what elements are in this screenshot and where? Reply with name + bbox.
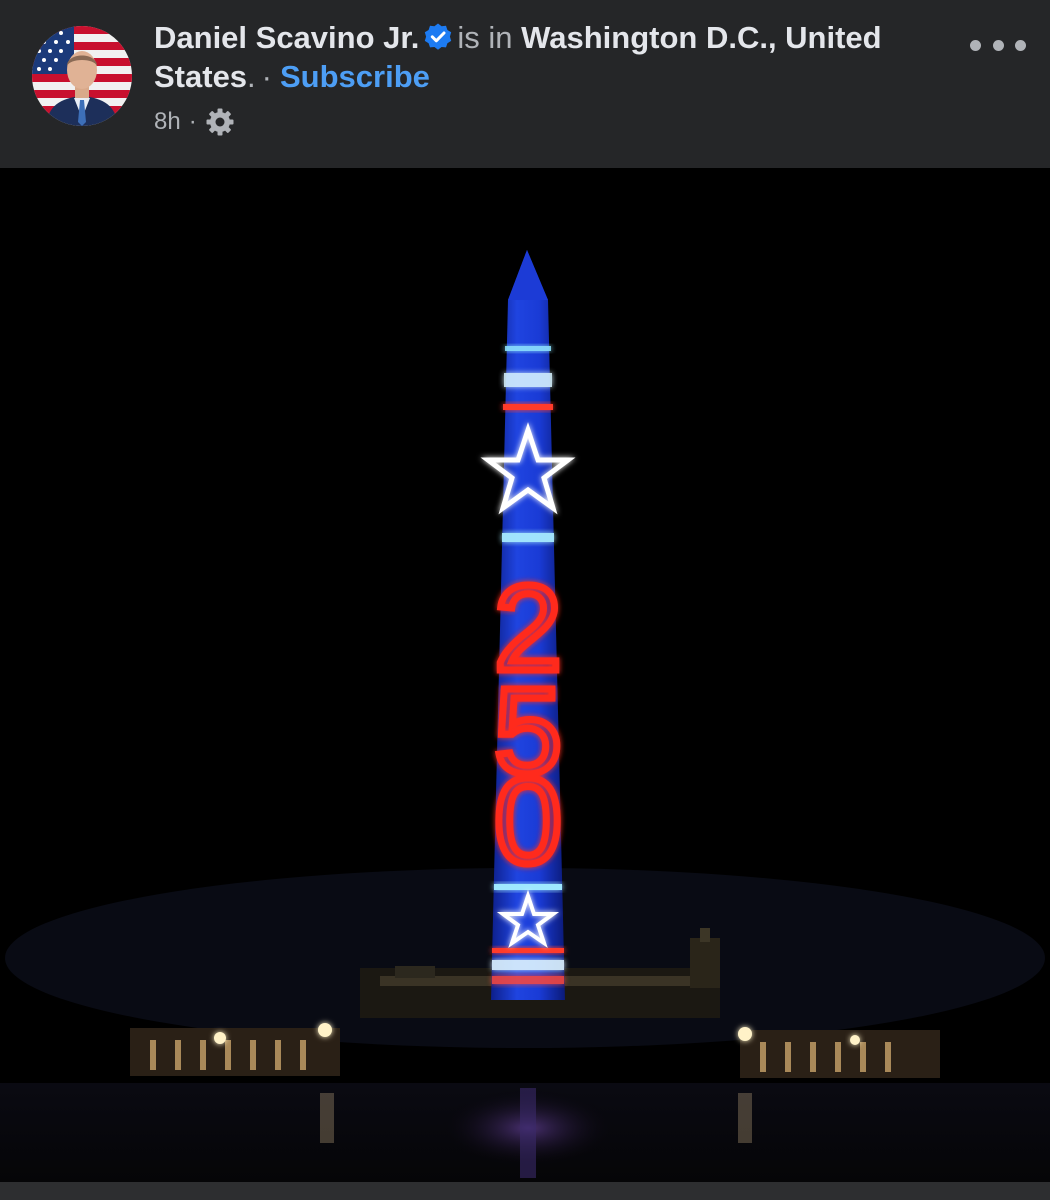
author-name[interactable]: Daniel Scavino Jr.	[154, 20, 419, 55]
byline-separator: ·	[261, 59, 272, 94]
location-suffix: .	[247, 59, 256, 94]
projection-digit: 0	[494, 753, 562, 889]
meta-separator: ·	[188, 108, 197, 135]
more-dot	[992, 39, 1004, 51]
more-dot	[1015, 39, 1026, 51]
avatar-image	[32, 26, 132, 126]
post-timestamp[interactable]: 8h	[154, 108, 181, 136]
verified-badge-icon	[425, 23, 452, 50]
post-header: Daniel Scavino Jr. is in Washington D.C.…	[0, 0, 1050, 168]
facebook-post: Daniel Scavino Jr. is in Washington D.C.…	[0, 0, 1050, 1200]
post-meta: 8h ·	[154, 106, 235, 138]
reflecting-pool	[0, 1083, 1050, 1182]
subscribe-link[interactable]: Subscribe	[280, 59, 430, 94]
more-options-icon[interactable]	[970, 30, 1026, 60]
monument-photo: 2 5 0	[0, 168, 1050, 1182]
gear-icon[interactable]	[205, 107, 235, 137]
post-photo[interactable]: 2 5 0	[0, 168, 1050, 1182]
avatar[interactable]	[32, 26, 132, 126]
projection-number: 2 5 0	[491, 557, 566, 893]
more-dot	[970, 39, 981, 51]
post-byline: Daniel Scavino Jr. is in Washington D.C.…	[154, 18, 914, 96]
location-prefix: is in	[457, 20, 513, 55]
post-footer-divider	[0, 1182, 1050, 1200]
